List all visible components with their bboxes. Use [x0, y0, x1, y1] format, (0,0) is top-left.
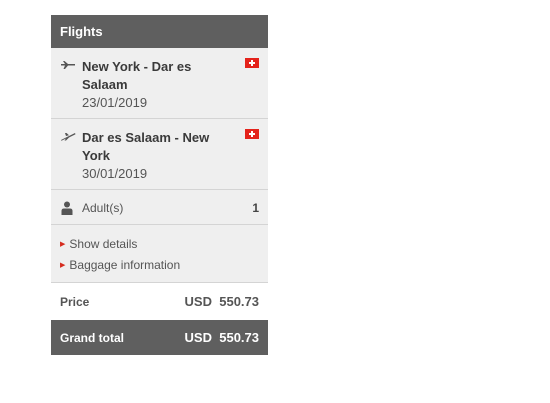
- caret-right-icon: ▶: [60, 261, 66, 269]
- passenger-type: Adult(s): [82, 201, 124, 215]
- price-value: 550.73: [219, 294, 259, 309]
- return-flight: Dar es Salaam - New York 30/01/2019: [51, 119, 268, 190]
- price-amount: USD 550.73: [185, 294, 259, 310]
- flight-date: 23/01/2019: [82, 95, 148, 110]
- route-text: New York - Dar es Salaam: [82, 59, 192, 92]
- flight-date: 30/01/2019: [82, 166, 148, 181]
- grand-total-label: Grand total: [60, 331, 125, 345]
- grand-total-currency: USD: [184, 330, 212, 345]
- info-links: ▶ Show details ▶ Baggage information: [51, 225, 268, 283]
- passenger-count: 1: [252, 201, 259, 215]
- price-label: Price: [60, 295, 90, 309]
- route-text: Dar es Salaam - New York: [82, 130, 210, 163]
- outbound-flight: New York - Dar es Salaam 23/01/2019: [51, 48, 268, 119]
- caret-right-icon: ▶: [60, 240, 66, 248]
- price-currency: USD: [184, 294, 212, 309]
- grand-total-amount: USD 550.73: [185, 330, 259, 346]
- baggage-info-link[interactable]: ▶ Baggage information: [60, 257, 180, 274]
- plane-departure-icon: [61, 61, 75, 69]
- flight-summary-panel: Flights New York - Dar es Salaam 23/01/2…: [51, 15, 268, 355]
- passenger-row: Adult(s) 1: [51, 190, 268, 225]
- show-details-label: Show details: [69, 237, 138, 251]
- plane-arrival-icon: [61, 133, 76, 141]
- panel-title: Flights: [51, 15, 268, 48]
- flight-route: Dar es Salaam - New York 30/01/2019: [82, 129, 232, 183]
- show-details-link[interactable]: ▶ Show details: [60, 236, 137, 253]
- swiss-flag-icon: [245, 58, 259, 68]
- flight-route: New York - Dar es Salaam 23/01/2019: [82, 58, 232, 112]
- baggage-info-label: Baggage information: [69, 258, 181, 272]
- person-icon: [61, 201, 73, 215]
- swiss-flag-icon: [245, 129, 259, 139]
- grand-total-row: Grand total USD 550.73: [51, 320, 268, 355]
- grand-total-value: 550.73: [219, 330, 259, 345]
- price-row: Price USD 550.73: [51, 283, 268, 320]
